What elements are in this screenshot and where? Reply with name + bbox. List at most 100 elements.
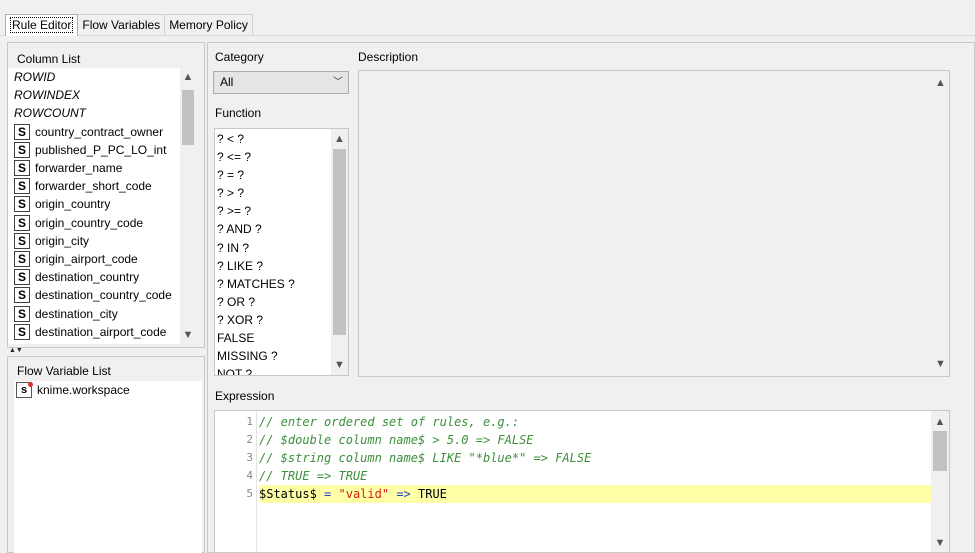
- column-name: destination_city: [35, 306, 118, 321]
- tab-flow-variables[interactable]: Flow Variables: [77, 14, 166, 35]
- description-box: ▲ ▼: [358, 70, 950, 377]
- function-item[interactable]: ? = ?: [215, 166, 348, 184]
- function-list[interactable]: ? < ?? <= ?? = ?? > ?? >= ?? AND ?? IN ?…: [214, 128, 349, 376]
- scroll-up-icon[interactable]: ▲: [932, 76, 949, 90]
- scroll-down-icon[interactable]: ▼: [932, 357, 949, 371]
- column-name: origin_airport_code: [35, 251, 138, 266]
- flow-variable-list-title: Flow Variable List: [17, 364, 111, 378]
- list-item-column[interactable]: Sforwarder_name: [8, 159, 196, 177]
- function-item[interactable]: ? AND ?: [215, 220, 348, 238]
- column-list-title: Column List: [17, 52, 81, 66]
- list-item-column[interactable]: Sdestination_city: [8, 304, 196, 322]
- line-number: 3: [246, 451, 253, 464]
- function-list-scrollbar[interactable]: ▲ ▼: [331, 129, 348, 375]
- expression-scrollbar[interactable]: ▲ ▼: [931, 411, 949, 552]
- column-list[interactable]: ROWID ROWINDEX ROWCOUNT Scountry_contrac…: [8, 68, 196, 344]
- description-scrollbar[interactable]: ▲ ▼: [932, 71, 949, 376]
- function-item[interactable]: NOT ?: [215, 365, 348, 375]
- flow-variable-panel: Flow Variable List s knime.workspace: [7, 356, 205, 553]
- scroll-up-icon[interactable]: ▲: [331, 132, 348, 146]
- function-item[interactable]: ? <= ?: [215, 148, 348, 166]
- list-item-column[interactable]: Sorigin_country_code: [8, 214, 196, 232]
- line-number: 2: [246, 433, 253, 446]
- function-item[interactable]: ? OR ?: [215, 293, 348, 311]
- list-item-column[interactable]: Sorigin_city: [8, 232, 196, 250]
- list-item-column[interactable]: Sorigin_country: [8, 195, 196, 213]
- flow-variable-list[interactable]: s knime.workspace: [14, 381, 202, 553]
- string-type-icon: S: [14, 287, 30, 304]
- category-select[interactable]: All ﹀: [213, 71, 349, 94]
- string-type-icon: S: [14, 160, 30, 177]
- column-list-scrollbar[interactable]: ▲ ▼: [180, 68, 196, 344]
- list-item-column[interactable]: Sorigin_airport_code: [8, 250, 196, 268]
- tab-divider: [0, 35, 975, 36]
- scroll-down-icon[interactable]: ▼: [180, 328, 196, 342]
- code-text: $Status$ = "valid" => TRUE: [259, 485, 447, 503]
- function-item[interactable]: ? MATCHES ?: [215, 275, 348, 293]
- line-number: 5: [246, 487, 253, 500]
- function-item[interactable]: ? XOR ?: [215, 311, 348, 329]
- function-item[interactable]: FALSE: [215, 329, 348, 347]
- function-item[interactable]: MISSING ?: [215, 347, 348, 365]
- description-label: Description: [358, 50, 419, 64]
- string-type-icon: S: [14, 214, 30, 231]
- string-type-icon: S: [14, 178, 30, 195]
- expression-label: Expression: [215, 389, 275, 403]
- code-token: TRUE: [410, 487, 447, 501]
- expression-editor[interactable]: 1 // enter ordered set of rules, e.g.: 2 //…: [214, 410, 950, 553]
- chevron-down-icon: ﹀: [333, 77, 343, 88]
- string-type-icon: S: [14, 269, 30, 286]
- code-token: =>: [396, 487, 411, 501]
- column-name: destination_country: [35, 270, 140, 285]
- code-line[interactable]: 3 // $string column name$ LIKE "*blue*" =…: [215, 449, 931, 467]
- function-item[interactable]: ? >= ?: [215, 202, 348, 220]
- scroll-down-icon[interactable]: ▼: [931, 536, 949, 550]
- column-name: forwarder_short_code: [35, 179, 152, 194]
- column-list-panel: Column List ROWID ROWINDEX ROWCOUNT Scou…: [7, 42, 205, 348]
- column-name: published_P_PC_LO_int: [35, 142, 167, 157]
- flow-variable-string-icon: s: [16, 382, 33, 399]
- list-item-rowcount[interactable]: ROWCOUNT: [8, 104, 196, 122]
- code-line[interactable]: 5 $Status$ = "valid" => TRUE: [215, 485, 931, 503]
- function-item[interactable]: ? IN ?: [215, 239, 348, 257]
- category-label: Category: [215, 50, 264, 64]
- tab-rule-editor[interactable]: Rule Editor: [5, 14, 79, 36]
- category-selected-value: All: [220, 75, 234, 89]
- string-type-icon: S: [14, 232, 30, 249]
- scroll-thumb[interactable]: [333, 149, 346, 335]
- function-item[interactable]: ? LIKE ?: [215, 257, 348, 275]
- line-number: 1: [246, 415, 253, 428]
- scroll-thumb[interactable]: [182, 90, 194, 145]
- scroll-thumb[interactable]: [933, 431, 947, 471]
- code-text: // $double column name$ > 5.0 => FALSE: [259, 433, 534, 447]
- flow-variable-name: knime.workspace: [37, 383, 130, 398]
- string-type-icon: S: [14, 305, 30, 322]
- tab-memory-policy[interactable]: Memory Policy: [164, 14, 253, 35]
- function-label: Function: [215, 106, 262, 120]
- list-item-column[interactable]: Scountry_contract_owner: [8, 123, 196, 141]
- code-line[interactable]: 1 // enter ordered set of rules, e.g.:: [215, 413, 931, 431]
- list-item-column[interactable]: Sforwarder_short_code: [8, 177, 196, 195]
- list-item-rowid[interactable]: ROWID: [8, 68, 196, 86]
- splitter-handle[interactable]: ▲▼: [9, 347, 39, 355]
- code-line[interactable]: 2 // $double column name$ > 5.0 => FALSE: [215, 431, 931, 449]
- code-line[interactable]: 4 // TRUE => TRUE: [215, 467, 931, 485]
- list-item-column[interactable]: Sdestination_country: [8, 268, 196, 286]
- column-name: destination_airport_code: [35, 324, 167, 339]
- scroll-up-icon[interactable]: ▲: [180, 70, 196, 84]
- code-token: $Status$: [259, 487, 317, 501]
- list-item-rowindex[interactable]: ROWINDEX: [8, 86, 196, 104]
- scroll-up-icon[interactable]: ▲: [931, 415, 949, 429]
- list-item-column[interactable]: Spublished_P_PC_LO_int: [8, 141, 196, 159]
- string-type-icon: S: [14, 196, 30, 213]
- scroll-down-icon[interactable]: ▼: [331, 358, 348, 372]
- list-item-column[interactable]: Sdestination_country_code: [8, 286, 196, 304]
- function-item[interactable]: ? > ?: [215, 184, 348, 202]
- list-item-knime-workspace[interactable]: s knime.workspace: [14, 381, 202, 399]
- code-text: // TRUE => TRUE: [259, 469, 368, 483]
- function-item[interactable]: ? < ?: [215, 130, 348, 148]
- list-item-column[interactable]: Sdestination_airport_code: [8, 323, 196, 341]
- string-type-icon: S: [14, 141, 30, 158]
- code-text: // enter ordered set of rules, e.g.:: [259, 415, 520, 429]
